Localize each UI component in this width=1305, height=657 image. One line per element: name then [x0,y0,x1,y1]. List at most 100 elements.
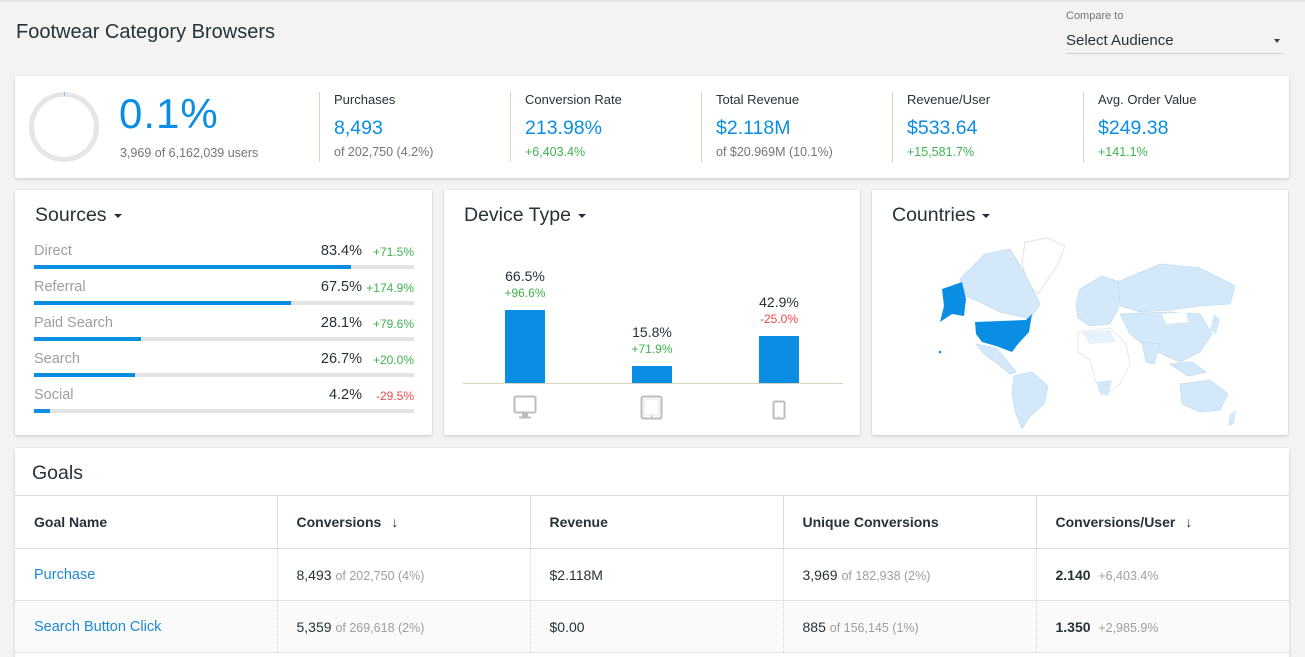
column-label: Unique Conversions [802,514,939,530]
column-header-goal-name[interactable]: Goal Name [15,495,278,549]
map-region-hawaii [938,350,942,354]
compare-label: Compare to [1066,10,1124,22]
unique-conversions-cell: 3,969 of 182,938 (2%) [783,548,1037,601]
chevron-down-icon [982,213,991,218]
column-label: Revenue [549,514,608,530]
device-axis [463,383,843,384]
device-delta: +96.6% [504,286,546,300]
sources-dropdown[interactable]: Sources [35,204,126,227]
source-bar-track [34,301,414,305]
conversions-total: of 202,750 (4%) [335,568,425,583]
column-label: Conversions [296,514,382,530]
kpi-label: Revenue/User [907,92,991,107]
kpi-label: Total Revenue [716,92,800,107]
kpi-delta: +141.1% [1098,145,1148,159]
goal-name-cell: Purchase [15,548,278,601]
table-row: Search Button Click 5,359 of 269,618 (2%… [15,600,1289,653]
percent-donut [29,92,99,162]
audience-select-value: Select Audience [1066,32,1174,49]
sort-down-icon: ↓ [1185,514,1193,530]
kpi-value: $2.118M [716,117,791,139]
source-name: Referral [34,279,86,295]
kpi-sub: of 202,750 (4.2%) [334,145,434,159]
map-region-alaska [940,282,966,322]
conversions-cell: 5,359 of 269,618 (2%) [277,600,531,653]
kpi-card: 0.1% 3,969 of 6,162,039 users Purchases … [15,76,1289,178]
source-bar-fill [34,337,141,341]
kpi-total-revenue: Total Revenue $2.118M of $20.969M (10.1%… [701,92,833,162]
conversions-value: 8,493 [296,566,332,583]
column-header-revenue[interactable]: Revenue [530,495,784,549]
chevron-down-icon [113,213,122,218]
column-header-conversions-per-user[interactable]: Conversions/User ↓ [1036,495,1289,549]
device-label-desktop: 66.5% +96.6% [480,268,570,300]
device-bar-mobile [759,336,799,383]
device-bar-desktop [505,310,545,383]
source-bar-track [34,265,414,269]
source-delta: +20.0% [372,353,414,367]
source-pct: 26.7% [320,351,362,367]
desktop-icon [513,395,537,419]
map-region-mongolia [1162,312,1188,324]
countries-dropdown[interactable]: Countries [892,204,994,227]
cpu-delta: +6,403.4% [1098,568,1159,583]
source-bar-fill [34,265,351,269]
cpu-cell: 1.350 +2,985.9% [1036,600,1289,653]
kpi-value: 213.98% [525,117,602,139]
chevron-down-icon [577,213,586,218]
sort-down-icon: ↓ [391,514,399,530]
device-type-dropdown[interactable]: Device Type [464,204,590,227]
kpi-avg-order-value: Avg. Order Value $249.38 +141.1% [1083,92,1197,162]
mobile-icon [772,400,786,420]
source-bar-track [34,373,414,377]
kpi-label: Purchases [334,92,396,107]
sources-title: Sources [35,204,107,226]
kpi-conversion-rate: Conversion Rate 213.98% +6,403.4% [510,92,622,162]
device-type-title: Device Type [464,204,571,226]
countries-panel: Countries [872,190,1288,435]
donut-progress-mark [64,92,65,96]
revenue-cell: $0.00 [530,600,784,653]
source-name: Direct [34,243,72,259]
goals-panel: Goals Goal Name Conversions ↓ Revenue Uni… [15,448,1289,657]
source-row-search: Search 26.7% +20.0% [34,351,414,381]
revenue-cell: $2.118M [530,548,784,601]
cpu-cell: 2.140 +6,403.4% [1036,548,1289,601]
map-region-australia [1179,379,1229,413]
conversions-cell: 8,493 of 202,750 (4%) [277,548,531,601]
source-row-referral: Referral 67.5% +174.9% [34,279,414,309]
unique-conversions-cell: 885 of 156,145 (1%) [783,600,1037,653]
kpi-delta: +6,403.4% [525,145,586,159]
goals-header-row: Goal Name Conversions ↓ Revenue Unique Co… [15,495,1289,549]
page-title: Footwear Category Browsers [16,21,275,43]
audience-select[interactable]: Select Audience [1066,28,1284,54]
goals-table: Goal Name Conversions ↓ Revenue Unique Co… [15,495,1289,653]
goal-link-purchase[interactable]: Purchase [34,567,95,583]
column-header-unique-conversions[interactable]: Unique Conversions [783,495,1037,549]
cpu-delta: +2,985.9% [1098,620,1159,635]
device-type-panel: Device Type 66.5% +96.6% 15.8% +71.9% 42… [444,190,860,435]
kpi-value: $533.64 [907,117,978,139]
top-border [0,0,1305,2]
kpi-value: $249.38 [1098,117,1169,139]
map-region-india [1141,341,1161,365]
device-pct: 66.5% [505,268,545,284]
goals-title: Goals [32,462,83,484]
goal-name-cell: Search Button Click [15,600,278,653]
cpu-value: 1.350 [1055,618,1091,635]
source-name: Social [34,387,74,403]
source-delta: -29.5% [375,389,414,403]
source-pct: 83.4% [320,243,362,259]
source-delta: +174.9% [366,281,414,295]
map-region-japan [1210,314,1220,334]
unique-value: 3,969 [802,566,838,583]
column-header-conversions[interactable]: Conversions ↓ [277,495,531,549]
audience-percent: 0.1% [119,90,219,137]
kpi-sub: of $20.969M (10.1%) [716,145,833,159]
goal-link-search-button-click[interactable]: Search Button Click [34,619,161,635]
device-pct: 15.8% [632,324,672,340]
kpi-value: 8,493 [334,117,383,139]
source-row-direct: Direct 83.4% +71.5% [34,243,414,273]
source-row-social: Social 4.2% -29.5% [34,387,414,417]
kpi-purchases: Purchases 8,493 of 202,750 (4.2%) [319,92,433,162]
